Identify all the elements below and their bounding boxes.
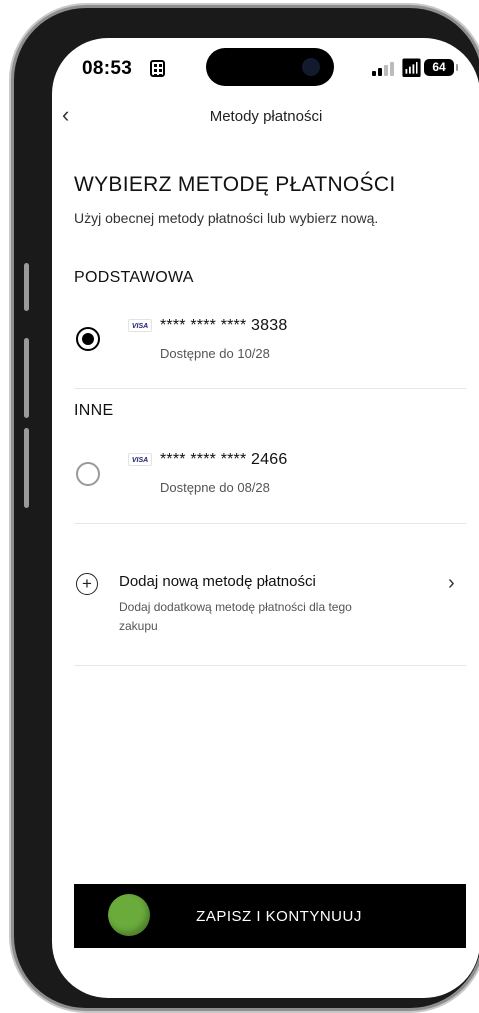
camera-icon [302, 58, 320, 76]
side-button [24, 263, 29, 311]
other-card-expiry: Dostępne do 08/28 [160, 480, 270, 495]
other-section-title: INNE [74, 402, 114, 419]
divider [74, 388, 466, 389]
primary-section-title: PODSTAWOWA [74, 269, 194, 286]
plus-circle-icon: + [76, 573, 98, 595]
visa-icon: VISA [128, 319, 152, 332]
page-title: Metody płatności [209, 108, 323, 125]
cellular-signal-icon [372, 62, 394, 76]
wifi-icon: 📶︎ [400, 58, 423, 78]
volume-down-button [24, 428, 29, 508]
other-card-radio[interactable] [76, 462, 100, 486]
visa-icon: VISA [128, 453, 152, 466]
chevron-right-icon: › [448, 572, 455, 594]
primary-card-number[interactable]: **** **** **** 3838 [160, 317, 287, 335]
save-and-continue-label: ZAPISZ I KONTYNUUJ [196, 908, 362, 925]
screen: 08:53 📶︎ 64 ‹ Metody płatności WYBIERZ M… [52, 38, 479, 998]
primary-card-expiry: Dostępne do 10/28 [160, 346, 270, 361]
section-heading: WYBIERZ METODĘ PŁATNOŚCI [74, 173, 396, 196]
add-payment-method-title: Dodaj nową metodę płatności [119, 573, 316, 590]
battery-icon: 64 [424, 59, 458, 76]
divider [74, 523, 466, 524]
status-bar: 08:53 📶︎ 64 [52, 38, 479, 96]
other-card-number[interactable]: **** **** **** 2466 [160, 451, 287, 469]
status-time: 08:53 [82, 58, 133, 79]
divider [74, 665, 466, 666]
add-payment-method-row[interactable]: + Dodaj nową metodę płatności Dodaj doda… [52, 568, 479, 648]
calendar-icon [150, 60, 165, 77]
navigation-bar: ‹ Metody płatności [52, 102, 479, 134]
phone-frame: 08:53 📶︎ 64 ‹ Metody płatności WYBIERZ M… [14, 8, 479, 1008]
dynamic-island [206, 48, 334, 86]
add-payment-method-description: Dodaj dodatkową metodę płatności dla teg… [119, 600, 352, 633]
volume-up-button [24, 338, 29, 418]
primary-card-radio[interactable] [76, 327, 100, 351]
save-and-continue-button[interactable]: ZAPISZ I KONTYNUUJ [74, 884, 466, 948]
section-subheading: Użyj obecnej metody płatności lub wybier… [74, 210, 379, 226]
